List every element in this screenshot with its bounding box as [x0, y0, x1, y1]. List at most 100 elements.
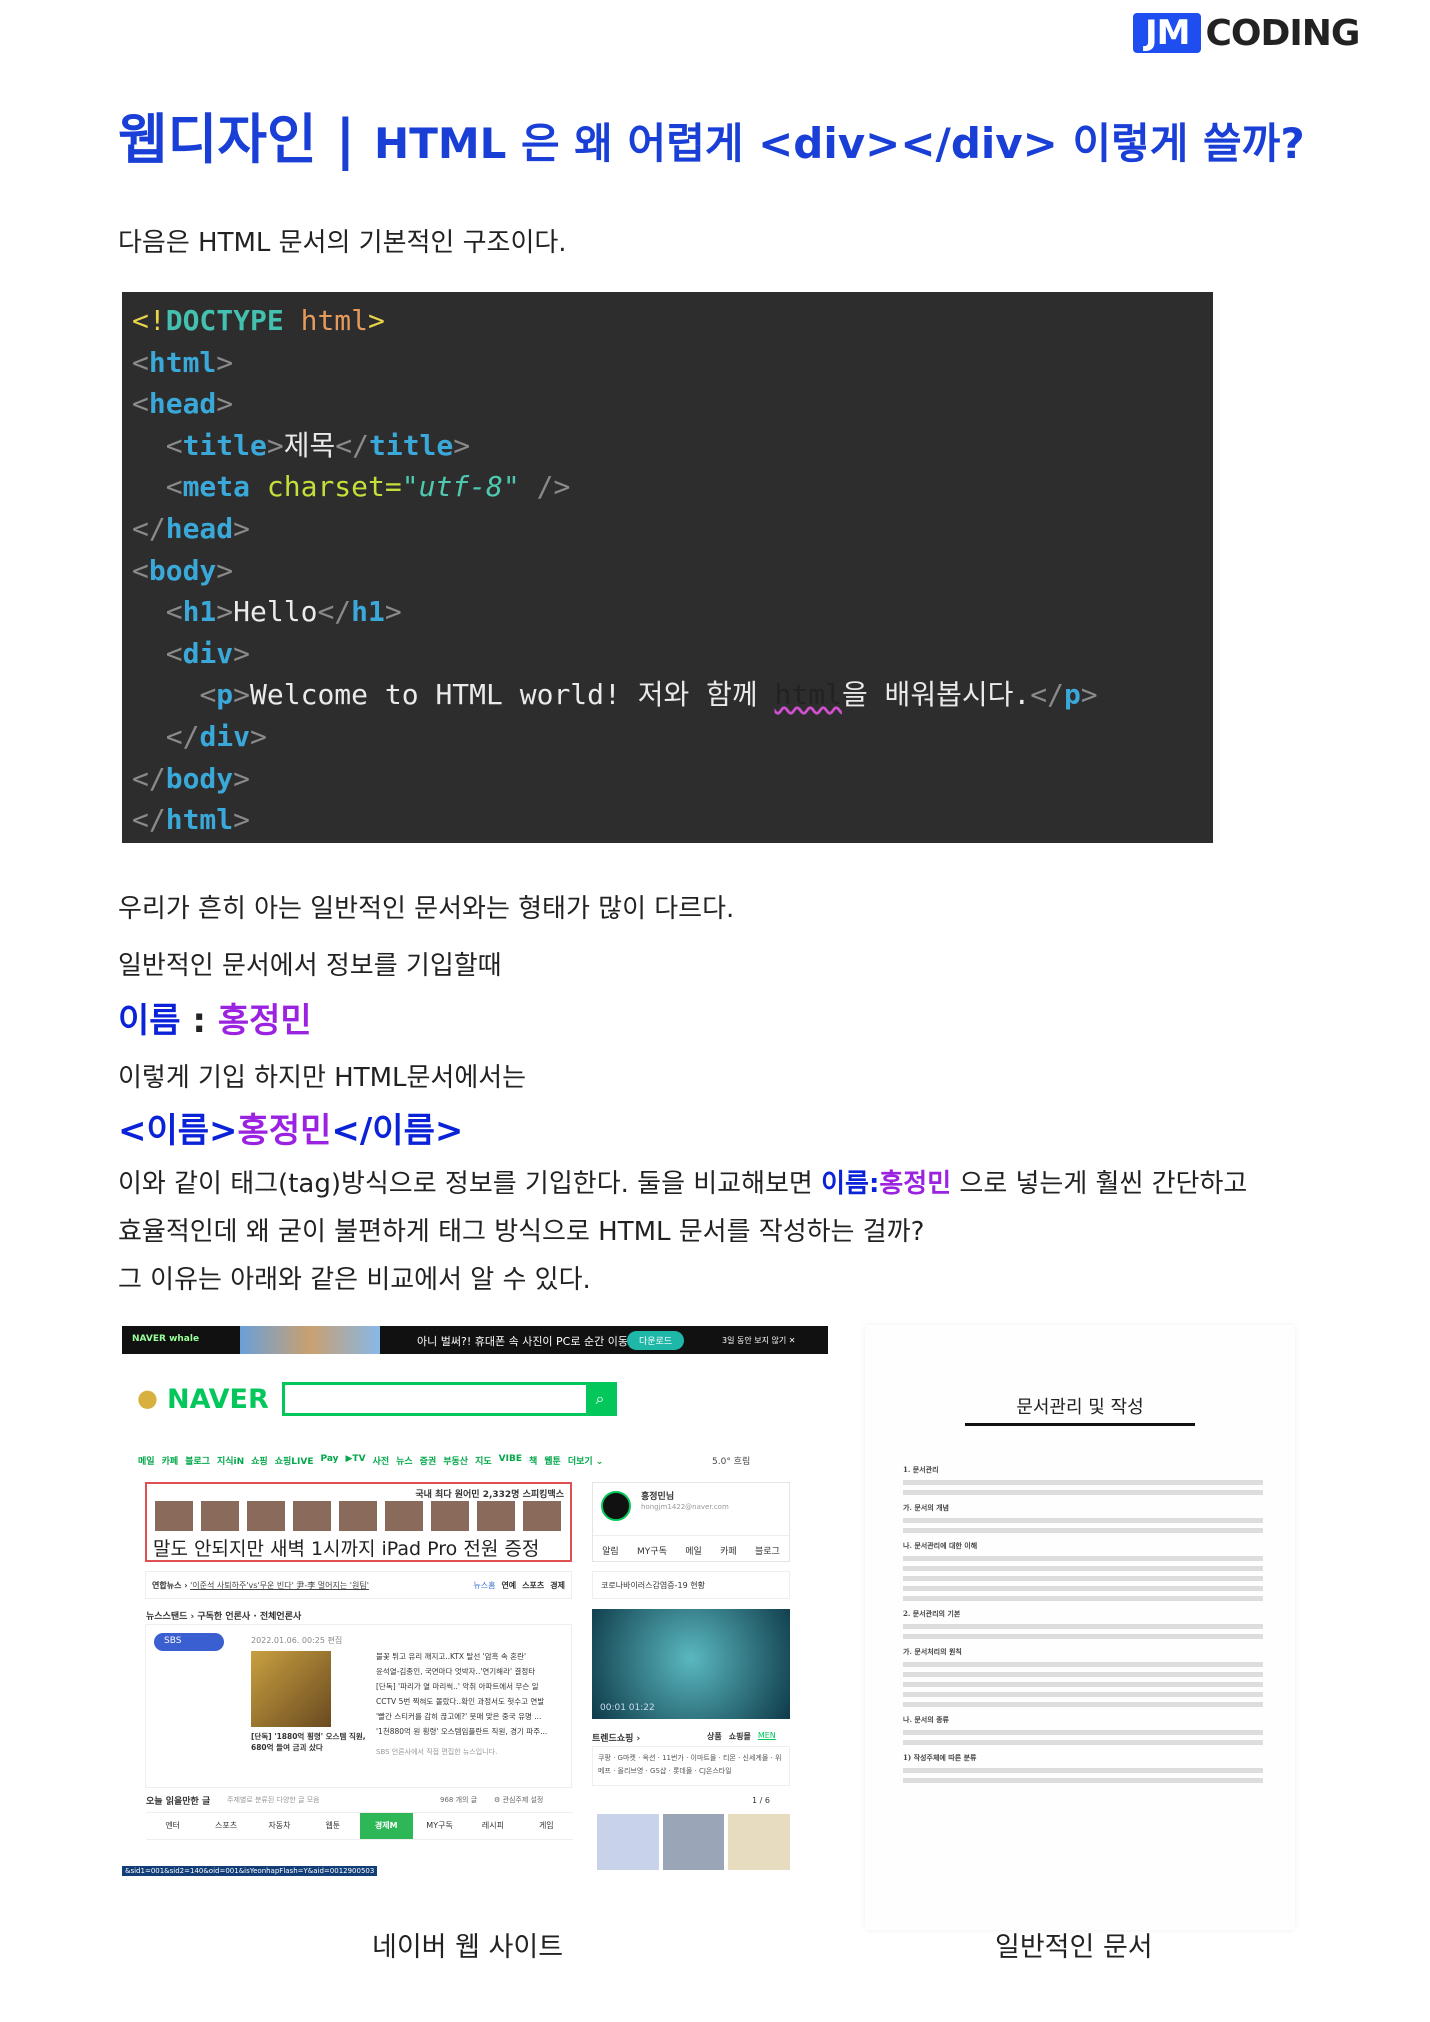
profile-tab[interactable]: 알림 — [602, 1544, 619, 1557]
nav-item[interactable]: 카페 — [162, 1454, 179, 1467]
text-line — [903, 1490, 1263, 1495]
logo-coding: CODING — [1205, 12, 1360, 54]
news-headline-link[interactable]: '이준석 사퇴하주'vs'무운 빈다' 尹-李 멀어지는 '원팀' — [190, 1581, 369, 1590]
code-token: p — [216, 678, 234, 712]
trend-tab[interactable]: 상품 — [707, 1731, 722, 1742]
paragraph: 우리가 흔히 아는 일반적인 문서와는 형태가 많이 다르다. — [118, 894, 735, 924]
nav-item[interactable]: 블로그 — [185, 1454, 210, 1467]
category-tab[interactable]: 웹툰 — [306, 1813, 359, 1839]
category-tab[interactable]: 스포츠 — [199, 1813, 252, 1839]
category-tab[interactable]: 레시피 — [466, 1813, 519, 1839]
category-tab[interactable]: MY구독 — [413, 1813, 466, 1839]
headline-link[interactable]: 불꽃 튀고 유리 깨지고..KTX 탈선 '암흑 속 혼란' — [376, 1649, 566, 1664]
code-line: <meta charset="utf-8" /> — [132, 466, 1213, 508]
code-token: html — [165, 803, 234, 837]
today-count: 968 개의 글 — [440, 1796, 478, 1804]
nav-item[interactable]: 쇼핑 — [251, 1454, 268, 1467]
code-token: > — [453, 428, 471, 462]
text-line — [903, 1586, 1263, 1591]
ad-photos — [155, 1501, 563, 1531]
nav-item[interactable]: 사전 — [373, 1454, 390, 1467]
code-token: html — [300, 304, 369, 337]
headline-link[interactable]: [단독] '파리가 열 마리씩..' 악취 아파트에서 무슨 일 — [376, 1679, 566, 1694]
nav-item[interactable]: 증권 — [420, 1454, 437, 1467]
download-button[interactable]: 다운로드 — [627, 1331, 685, 1350]
category-tab[interactable]: 경제M — [359, 1813, 413, 1839]
headline-link[interactable]: '1천880억 원 횡령' 오스템임플란트 직원, 경기 파주... — [376, 1724, 566, 1739]
code-token: body — [148, 553, 217, 587]
category-tab[interactable]: 엔터 — [146, 1813, 199, 1839]
today-setting-button[interactable]: ⚙ 관심주제 설정 — [494, 1795, 543, 1805]
code-token: h1 — [351, 595, 385, 629]
code-token: 을 배워봅시다. — [841, 678, 1031, 712]
product-item[interactable] — [728, 1814, 791, 1870]
news-tab[interactable]: 경제 — [550, 1580, 565, 1591]
nav-item[interactable]: 뉴스 — [396, 1454, 413, 1467]
headline-link[interactable]: '빨간 스티커를 감히 끊고에?' 뭇매 맞은 중국 유명 ... — [376, 1709, 566, 1724]
nav-item[interactable]: 부동산 — [443, 1454, 468, 1467]
category-tab[interactable]: 게임 — [520, 1813, 573, 1839]
profile-tab[interactable]: 블로그 — [755, 1544, 780, 1557]
nav-item[interactable]: 지도 — [475, 1454, 492, 1467]
code-token: > — [216, 595, 234, 629]
page-title: 웹디자인 | HTML 은 왜 어렵게 <div></div> 이렇게 쓸까? — [118, 95, 1305, 174]
nav-item[interactable]: 웹툰 — [544, 1454, 561, 1467]
document-image: 문서관리 및 작성 1. 문서관리 가. 문서의 개념 나. 문서관리에 대한 이해… — [865, 1325, 1295, 1930]
text-line — [903, 1662, 1263, 1667]
profile-tab[interactable]: MY구독 — [637, 1544, 667, 1557]
profile-tab[interactable]: 메일 — [685, 1544, 702, 1557]
paragraph: 이와 같이 태그(tag)방식으로 정보를 기입한다. 둘을 비교해보면 이름:… — [118, 1163, 1247, 1200]
naver-logo: NAVER — [167, 1384, 269, 1415]
paragraph: 효율적인데 왜 굳이 불편하게 태그 방식으로 HTML 문서를 작성하는 걸까… — [118, 1217, 925, 1247]
document-title: 문서관리 및 작성 — [1016, 1397, 1144, 1418]
profile-tab[interactable]: 카페 — [720, 1544, 737, 1557]
product-helmet[interactable] — [662, 1814, 725, 1870]
code-token: < — [132, 345, 149, 379]
code-token: > — [384, 595, 402, 629]
nav-item[interactable]: Pay — [320, 1454, 338, 1467]
product-images — [597, 1814, 791, 1870]
hide-banner[interactable]: 3일 동안 보지 않기 ✕ — [722, 1335, 795, 1346]
search-icon[interactable]: ⌕ — [586, 1385, 614, 1413]
document-body: 1. 문서관리 가. 문서의 개념 나. 문서관리에 대한 이해 2. 문서관리의 기… — [903, 1457, 1263, 1788]
issue-text[interactable]: 코로나바이러스감염증-19 현황 — [601, 1581, 705, 1590]
headline-link[interactable]: CCTV 5번 찍혀도 몰랐다..확인 과정서도 헛수고 연발 — [376, 1694, 566, 1709]
trend-tab[interactable]: MEN — [758, 1731, 776, 1742]
trend-tab[interactable]: 쇼핑몰 — [729, 1731, 751, 1742]
nav-item[interactable]: 책 — [529, 1454, 537, 1467]
product-shoe[interactable] — [597, 1814, 659, 1870]
news-tab[interactable]: 연예 — [501, 1580, 516, 1591]
sbs-button[interactable]: SBS — [154, 1633, 224, 1651]
avatar — [601, 1491, 631, 1521]
nav-item[interactable]: 더보기 ⌄ — [568, 1454, 604, 1467]
document-section: 가. 문서처리의 원칙 — [903, 1647, 962, 1656]
nav-item[interactable]: 지식iN — [217, 1454, 244, 1467]
category-tab[interactable]: 자동차 — [253, 1813, 306, 1839]
ad-box[interactable]: 국내 최다 원어민 2,332명 스피킹맥스 말도 안되지만 새벽 1시까지 i… — [145, 1482, 572, 1562]
nav-item[interactable]: 메일 — [138, 1454, 155, 1467]
name-example: 이름 : 홍정민 — [118, 993, 312, 1042]
text-line — [903, 1682, 1263, 1687]
document-section: 2. 문서관리의 기본 — [903, 1609, 961, 1618]
news-tab[interactable]: 뉴스홈 — [473, 1580, 495, 1591]
text-line — [903, 1778, 1263, 1783]
nav-item[interactable]: 쇼핑LIVE — [275, 1454, 314, 1467]
category-tabs: 엔터 스포츠 자동차 웹툰 경제M MY구독 레시피 게임 — [146, 1812, 573, 1840]
photo-caption[interactable]: [단독] '1880억 횡령' 오스템 직원, 680억 들여 금괴 샀다 — [251, 1731, 371, 1753]
video-time: 00:01 01:22 — [600, 1703, 655, 1713]
code-block: <!DOCTYPE html> <html> <head> <title>제목</t… — [122, 292, 1213, 843]
naver-search-input[interactable]: ⌕ — [282, 1382, 617, 1416]
code-token: > — [216, 345, 234, 379]
nav-item[interactable]: VIBE — [499, 1454, 522, 1467]
code-token: charset= — [266, 470, 402, 504]
news-tab[interactable]: 스포츠 — [522, 1580, 544, 1591]
video-player[interactable]: 00:01 01:22 — [592, 1609, 790, 1719]
code-line: <!DOCTYPE html> — [132, 300, 1213, 342]
code-token: </ — [335, 428, 369, 462]
nav-item[interactable]: ▶TV — [346, 1454, 366, 1467]
headline-link[interactable]: 윤석열-김종인, 국면마다 엇박자..'연기해라' 결정타 — [376, 1664, 566, 1679]
